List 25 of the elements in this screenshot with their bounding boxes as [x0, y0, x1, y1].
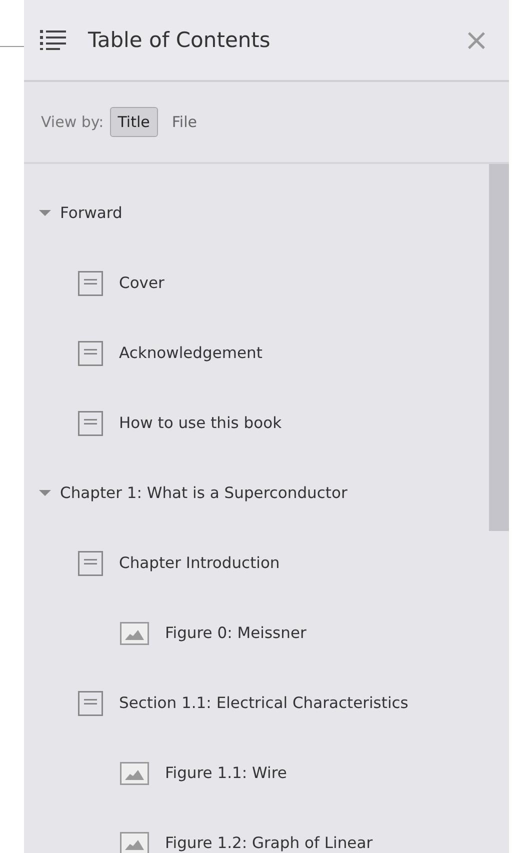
view-option[interactable]: File — [164, 107, 205, 137]
toc-entry[interactable]: Cover — [119, 274, 164, 292]
scrollbar-thumb[interactable] — [489, 164, 509, 531]
toc-heading[interactable]: Forward — [60, 204, 122, 222]
caret-icon[interactable] — [38, 209, 52, 217]
page-icon — [78, 270, 103, 296]
list-icon — [40, 29, 66, 51]
toc-entry[interactable]: How to use this book — [119, 414, 282, 432]
caret-icon[interactable] — [38, 489, 52, 497]
page-icon — [78, 550, 103, 576]
toc-entry[interactable]: Chapter Introduction — [119, 554, 280, 572]
toc-entry[interactable]: Section 1.1: Electrical Characteristics — [119, 694, 408, 712]
toc-heading[interactable]: Chapter 1: What is a Superconductor — [60, 484, 348, 502]
toc-entry[interactable]: Figure 0: Meissner — [165, 624, 306, 642]
view-by-label: View by: — [40, 113, 104, 131]
toc-entry[interactable]: Figure 1.1: Wire — [165, 764, 287, 782]
view-option[interactable]: Title — [110, 107, 158, 137]
toc-entry[interactable]: Figure 1.2: Graph of Linear — [165, 834, 373, 852]
panel-title: Table of Contents — [88, 28, 272, 52]
page-icon — [78, 340, 103, 366]
image-icon — [120, 622, 149, 644]
page-icon — [78, 410, 103, 436]
toc-entry[interactable]: Acknowledgement — [119, 344, 262, 362]
page-icon — [78, 690, 103, 716]
image-icon — [120, 762, 149, 784]
